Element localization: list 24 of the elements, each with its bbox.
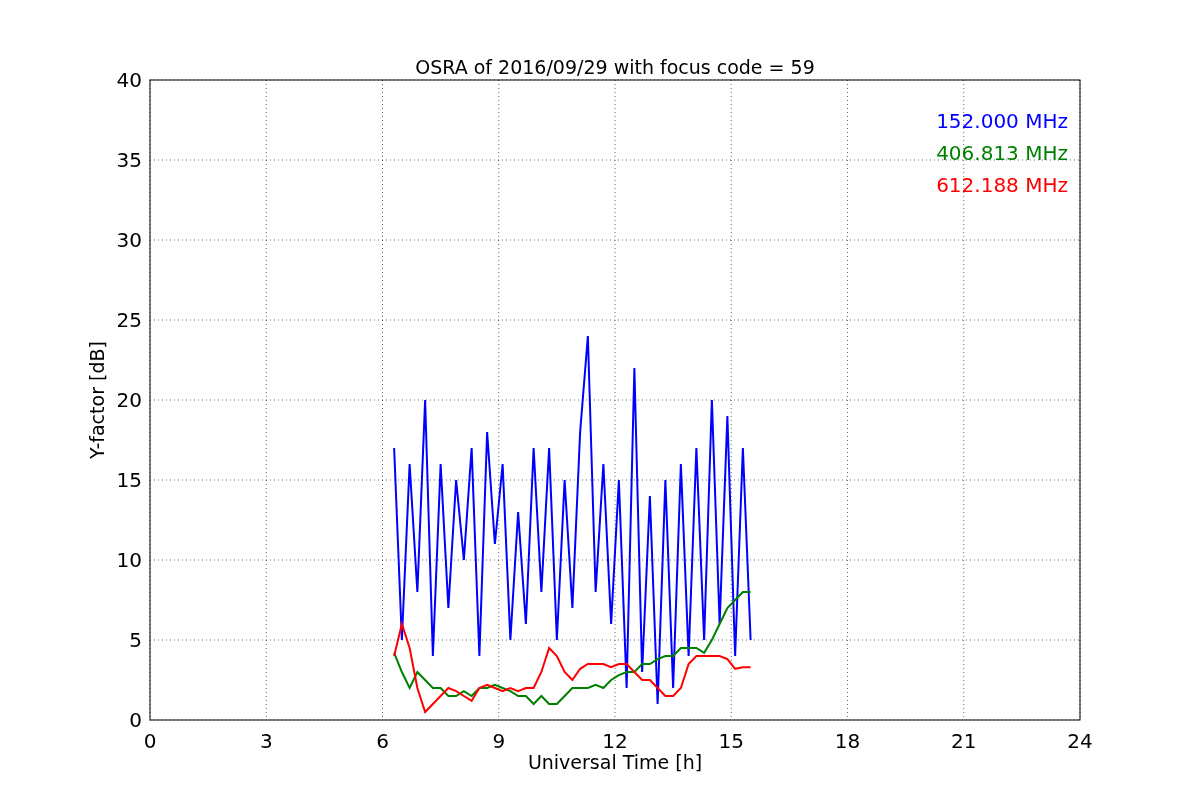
tick-label: 35 [116,148,142,172]
tick-label: 15 [116,468,142,492]
tick-label: 10 [116,548,142,572]
chart-title: OSRA of 2016/09/29 with focus code = 59 [415,56,815,78]
tick-label: 30 [116,228,142,252]
legend-label: 612.188 MHz [936,173,1068,197]
tick-label: 0 [143,729,157,753]
tick-label: 12 [602,729,628,753]
legend-label: 152.000 MHz [936,109,1068,133]
tick-label: 40 [116,68,142,92]
axis-title: Y-factor [dB] [86,341,108,459]
tick-label: 3 [259,729,273,753]
tick-label: 9 [492,729,506,753]
tick-label: 24 [1067,729,1093,753]
tick-label: 0 [129,708,142,732]
tick-label: 6 [376,729,389,753]
tick-label: 25 [116,308,142,332]
tick-label: 21 [951,729,977,753]
tick-label: 5 [129,628,142,652]
axis-title: Universal Time [h] [527,751,703,773]
tick-label: 18 [834,729,861,753]
tick-label: 15 [718,729,744,753]
tick-label: 20 [116,388,142,412]
legend-label: 406.813 MHz [936,141,1068,165]
